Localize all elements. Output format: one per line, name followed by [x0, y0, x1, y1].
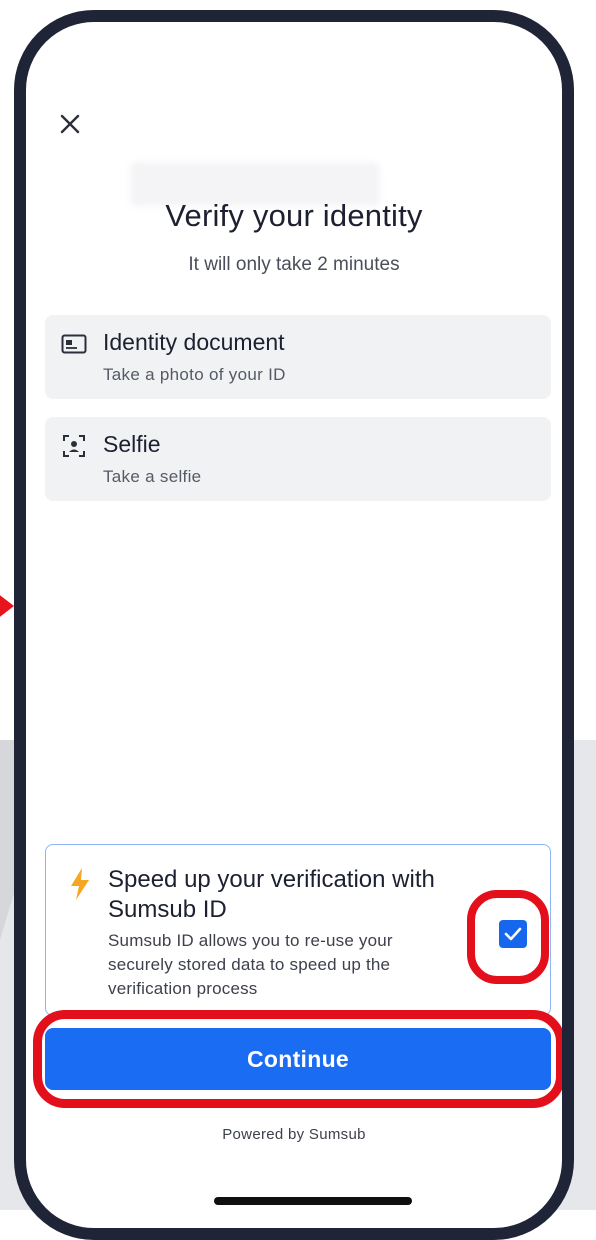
step-selfie[interactable]: Selfie Take a selfie: [45, 417, 551, 501]
highlight-ring-checkbox: [467, 890, 549, 984]
lightning-icon: [71, 868, 89, 900]
step-title: Identity document: [103, 329, 285, 355]
powered-by-label: Powered by Sumsub: [222, 1126, 366, 1143]
step-title: Selfie: [103, 431, 161, 457]
step-identity-document[interactable]: Identity document Take a photo of your I…: [45, 315, 551, 399]
page-subtitle: It will only take 2 minutes: [188, 254, 400, 275]
close-icon: [60, 114, 80, 134]
phone-frame: Verify your identity It will only take 2…: [14, 10, 574, 1240]
promo-title: Speed up your verification with Sumsub I…: [108, 866, 435, 923]
id-card-icon: [61, 333, 87, 355]
home-indicator[interactable]: [214, 1197, 412, 1205]
promo-description: Sumsub ID allows you to re-use your secu…: [108, 931, 393, 998]
step-subtitle: Take a photo of your ID: [103, 365, 286, 384]
annotation-arrow: [0, 586, 14, 626]
face-scan-icon: [61, 435, 87, 457]
highlight-ring-continue: [33, 1010, 562, 1108]
verification-screen: Verify your identity It will only take 2…: [26, 22, 562, 1228]
close-button[interactable]: [52, 106, 88, 142]
step-subtitle: Take a selfie: [103, 467, 202, 486]
page-title: Verify your identity: [165, 198, 423, 233]
